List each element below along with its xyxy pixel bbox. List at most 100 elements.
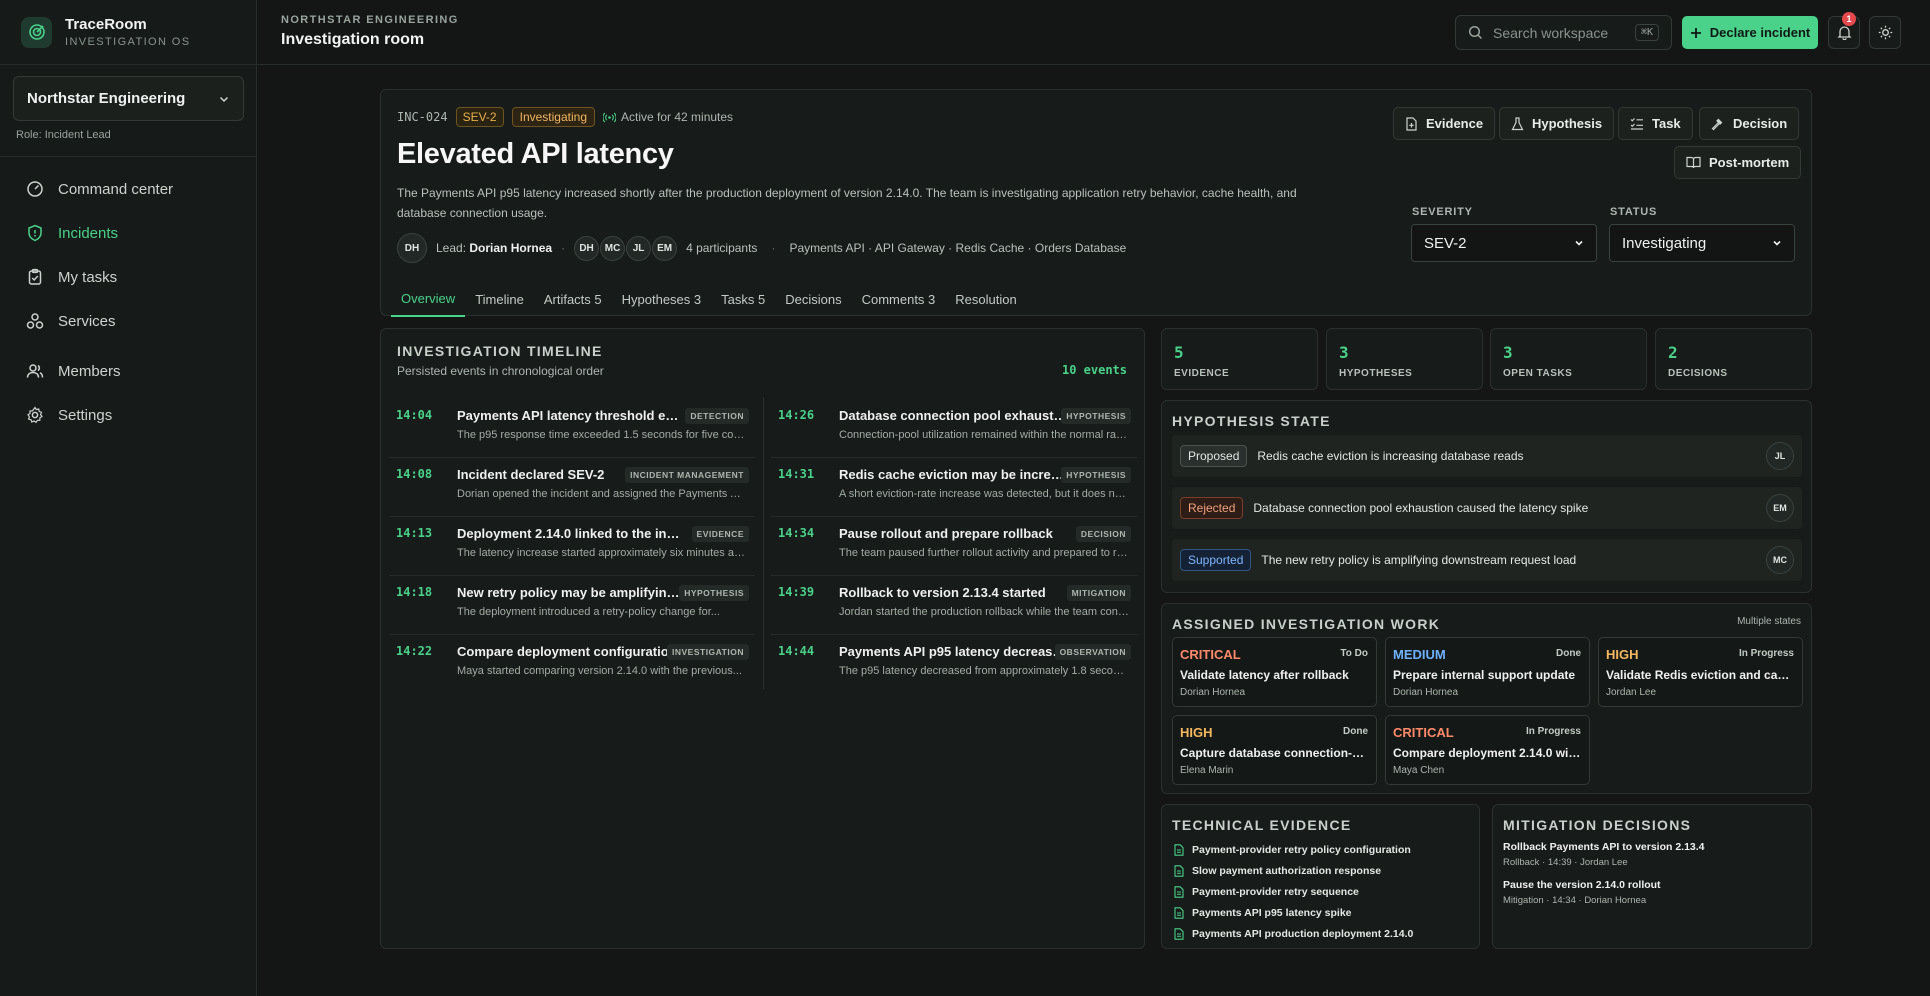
tab-overview[interactable]: Overview [391,282,466,317]
hypothesis-button-label: Hypothesis [1532,116,1603,131]
active-duration-label: Active for 42 minutes [621,110,734,124]
event-time: 14:08 [396,467,433,481]
task-card[interactable]: HIGH Done Capture database connection-po… [1172,715,1377,785]
add-hypothesis-button[interactable]: Hypothesis [1499,107,1615,140]
task-card[interactable]: CRITICAL To Do Validate latency after ro… [1172,637,1377,707]
timeline-event[interactable]: 14:39 Rollback to version 2.13.4 started… [771,576,1137,635]
clipboard-icon [28,268,42,285]
timeline-event[interactable]: 14:18 New retry policy may be amplifying… [389,576,755,635]
sidebar-item-settings[interactable]: Settings [14,393,244,437]
timeline-event[interactable]: 14:13 Deployment 2.14.0 linked to the in… [389,517,755,576]
checklist-icon [1630,118,1643,130]
tab-resolution[interactable]: Resolution [945,282,1026,317]
notifications-button[interactable]: 1 [1828,12,1860,49]
stat-value: 2 [1668,343,1678,362]
stat-open-tasks[interactable]: 3 OPEN TASKS [1490,328,1647,390]
sidebar-item-command-center[interactable]: Command center [14,167,244,211]
status-select[interactable]: Investigating [1609,224,1795,262]
tab-comments[interactable]: Comments 3 [852,282,946,317]
event-description: Connection-pool utilization remained wit… [839,429,1129,441]
sidebar-item-label: My tasks [58,268,118,286]
timeline-column-right: 14:26 Database connection pool exhaustio… [771,399,1137,694]
search-shortcut: ⌘K [1634,24,1659,41]
task-card[interactable]: MEDIUM Done Prepare internal support upd… [1385,637,1590,707]
evidence-item[interactable]: Payment-provider retry policy configurat… [1174,839,1413,860]
task-state: Done [1343,726,1368,737]
tab-artifacts[interactable]: Artifacts 5 [534,282,612,317]
mitigation-heading: MITIGATION DECISIONS [1503,817,1692,833]
stat-decisions[interactable]: 2 DECISIONS [1655,328,1812,390]
task-owner: Dorian Hornea [1393,687,1459,698]
timeline-event[interactable]: 14:08 Incident declared SEV-2 INCIDENT M… [389,458,755,517]
add-decision-button[interactable]: Decision [1699,107,1800,140]
decision-meta: Rollback · 14:39 · Jordan Lee [1503,857,1628,868]
theme-toggle-button[interactable] [1869,16,1901,49]
decision-item[interactable]: Rollback Payments API to version 2.13.4 … [1503,841,1705,868]
timeline-event[interactable]: 14:44 Payments API p95 latency decreased… [771,635,1137,694]
hypothesis-row[interactable]: Supported The new retry policy is amplif… [1172,539,1802,581]
add-task-button[interactable]: Task [1618,107,1693,140]
timeline-event[interactable]: 14:31 Redis cache eviction may be increa… [771,458,1137,517]
lead-name: Dorian Hornea [469,241,553,255]
tab-decisions[interactable]: Decisions [775,282,851,317]
timeline-column-left: 14:04 Payments API latency threshold exc… [389,399,755,694]
sidebar-item-incidents[interactable]: Incidents [14,211,244,255]
stat-evidence[interactable]: 5 EVIDENCE [1161,328,1318,390]
timeline-event[interactable]: 14:22 Compare deployment configuration I… [389,635,755,694]
participant-avatars[interactable]: DH MC JL EM [574,235,678,261]
sidebar-item-services[interactable]: Services [14,299,244,343]
sidebar-item-label: Members [58,362,121,380]
workspace-switcher[interactable]: Northstar Engineering [13,76,244,121]
timeline-divider [763,397,764,689]
event-description: Jordan started the production rollback w… [839,606,1129,618]
stat-hypotheses[interactable]: 3 HYPOTHESES [1326,328,1483,390]
event-title: Deployment 2.14.0 linked to the investig… [457,526,685,541]
task-card[interactable]: HIGH In Progress Validate Redis eviction… [1598,637,1803,707]
evidence-item[interactable]: Payments API p95 latency spike [1174,902,1413,923]
tab-timeline[interactable]: Timeline [465,282,534,317]
hypothesis-row[interactable]: Rejected Database connection pool exhaus… [1172,487,1802,529]
timeline-event[interactable]: 14:04 Payments API latency threshold exc… [389,399,755,458]
task-state: In Progress [1738,648,1794,659]
event-time: 14:31 [778,467,815,481]
timeline-event[interactable]: 14:34 Pause rollout and prepare rollback… [771,517,1137,576]
avatar[interactable]: DH [397,233,427,263]
hypothesis-text: The new retry policy is amplifying downs… [1261,553,1577,567]
add-evidence-button[interactable]: Evidence [1393,107,1496,140]
evidence-list: Payment-provider retry policy configurat… [1174,839,1413,944]
post-mortem-button[interactable]: Post-mortem [1674,146,1802,179]
sidebar-item-members[interactable]: Members [14,349,244,393]
evidence-item[interactable]: Payments API production deployment 2.14.… [1174,923,1413,944]
hypothesis-text: Database connection pool exhaustion caus… [1253,501,1589,515]
tab-hypotheses[interactable]: Hypotheses 3 [612,282,712,317]
lead-label: Lead: [436,241,467,255]
event-description: Maya started comparing version 2.14.0 wi… [457,665,742,677]
task-priority: MEDIUM [1393,647,1446,662]
severity-select[interactable]: SEV-2 [1411,224,1597,262]
sidebar-item-my-tasks[interactable]: My tasks [14,255,244,299]
hypothesis-heading: HYPOTHESIS STATE [1172,413,1331,429]
tab-tasks[interactable]: Tasks 5 [711,282,775,317]
brand-name: TraceRoom [65,16,147,33]
avatar: EM [652,235,678,261]
search-input[interactable]: Search workspace ⌘K [1455,15,1672,50]
brand[interactable]: TraceRoom INVESTIGATION OS [0,0,256,65]
decision-item[interactable]: Pause the version 2.14.0 rollout Mitigat… [1503,879,1661,906]
task-card[interactable]: CRITICAL In Progress Compare deployment … [1385,715,1590,785]
event-time: 14:39 [778,585,815,599]
sidebar-divider [0,156,256,157]
timeline-subtitle: Persisted events in chronological order [397,364,604,378]
traceroom-logo-icon [21,16,52,48]
broadcast-icon [603,112,616,122]
sidebar: TraceRoom INVESTIGATION OS Northstar Eng… [0,0,257,996]
severity-field-label: SEVERITY [1412,206,1473,218]
workspace-name: Northstar Engineering [27,90,186,107]
declare-incident-button[interactable]: Declare incident [1682,16,1818,49]
task-button-label: Task [1652,116,1681,131]
mitigation-decisions: MITIGATION DECISIONS Rollback Payments A… [1492,804,1812,949]
hypothesis-row[interactable]: Proposed Redis cache eviction is increas… [1172,435,1802,477]
task-state: In Progress [1525,726,1581,737]
evidence-item[interactable]: Payment-provider retry sequence [1174,881,1413,902]
evidence-item[interactable]: Slow payment authorization response [1174,860,1413,881]
timeline-event[interactable]: 14:26 Database connection pool exhaustio… [771,399,1137,458]
